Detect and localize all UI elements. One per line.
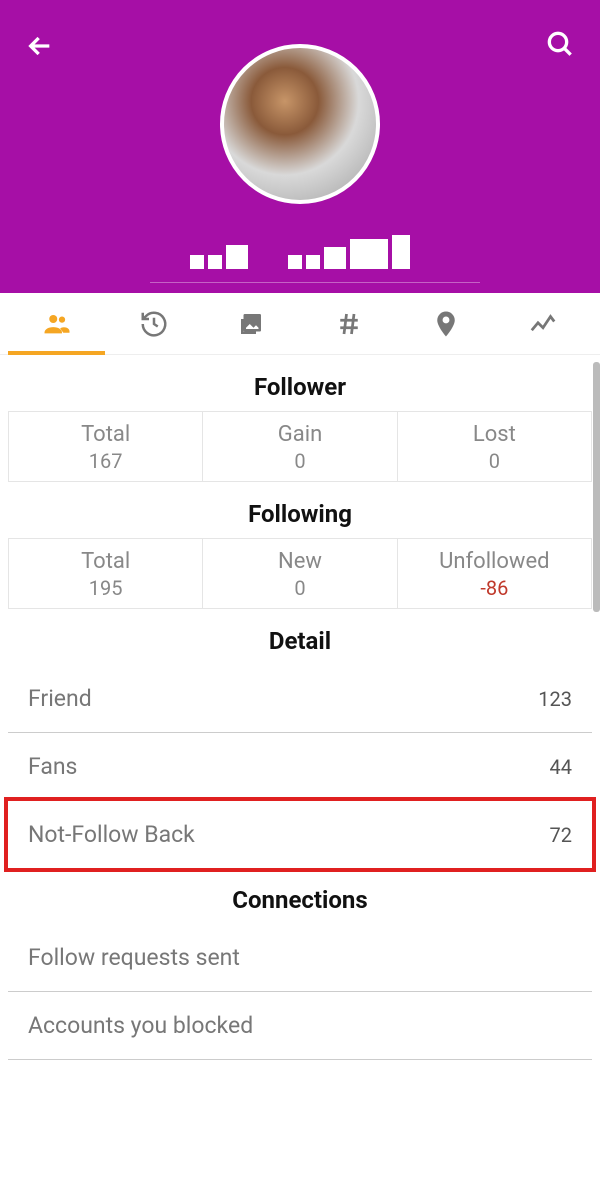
scrollbar[interactable] [593, 362, 600, 612]
detail-value: 44 [550, 755, 572, 779]
follower-lost-cell[interactable]: Lost 0 [397, 412, 591, 481]
section-title-detail: Detail [0, 627, 600, 655]
detail-label: Not-Follow Back [28, 821, 348, 848]
stat-value: 195 [9, 576, 202, 600]
search-icon[interactable] [544, 28, 576, 60]
detail-label: Friend [28, 685, 92, 712]
profile-header [0, 0, 600, 293]
tab-people[interactable] [8, 293, 105, 354]
tab-analytics[interactable] [495, 293, 592, 354]
back-arrow-icon[interactable] [24, 30, 56, 62]
follower-gain-cell[interactable]: Gain 0 [202, 412, 396, 481]
tab-location[interactable] [397, 293, 494, 354]
following-total-cell[interactable]: Total 195 [9, 539, 202, 608]
section-title-connections: Connections [0, 886, 600, 914]
detail-row-fans[interactable]: Fans 44 [8, 733, 592, 801]
following-new-cell[interactable]: New 0 [202, 539, 396, 608]
follower-total-cell[interactable]: Total 167 [9, 412, 202, 481]
tab-hashtag[interactable] [300, 293, 397, 354]
section-title-following: Following [0, 500, 600, 528]
stat-value: 0 [203, 449, 396, 473]
section-connections: Connections Follow requests sent Account… [0, 886, 600, 1060]
header-underline [150, 282, 480, 283]
conn-label: Follow requests sent [28, 944, 240, 971]
detail-value: 72 [550, 823, 572, 847]
stat-label: Total [9, 549, 202, 574]
section-detail: Detail Friend 123 Fans 44 Not-Follow Bac… [0, 627, 600, 872]
detail-value: 123 [538, 687, 572, 711]
stat-label: New [203, 549, 396, 574]
avatar[interactable] [220, 44, 380, 204]
stat-value: 0 [203, 576, 396, 600]
stat-label: Unfollowed [398, 549, 591, 574]
section-title-follower: Follower [0, 373, 600, 401]
stat-label: Total [9, 422, 202, 447]
connections-follow-requests[interactable]: Follow requests sent [8, 924, 592, 992]
stat-value: 167 [9, 449, 202, 473]
tab-history[interactable] [105, 293, 202, 354]
following-unfollowed-cell[interactable]: Unfollowed -86 [397, 539, 591, 608]
stat-value: 0 [398, 449, 591, 473]
detail-label: Fans [28, 753, 77, 780]
conn-label: Accounts you blocked [28, 1012, 253, 1039]
section-following: Following Total 195 New 0 Unfollowed -86 [0, 500, 600, 609]
detail-row-not-follow-back[interactable]: Not-Follow Back 72 [4, 797, 596, 872]
stat-label: Gain [203, 422, 396, 447]
stat-value: -86 [398, 576, 591, 600]
connections-blocked-accounts[interactable]: Accounts you blocked [8, 992, 592, 1060]
detail-row-friend[interactable]: Friend 123 [8, 665, 592, 733]
stat-label: Lost [398, 422, 591, 447]
tab-bar [0, 293, 600, 355]
section-follower: Follower Total 167 Gain 0 Lost 0 [0, 373, 600, 482]
username-pixelated [190, 235, 410, 269]
tab-photos[interactable] [203, 293, 300, 354]
